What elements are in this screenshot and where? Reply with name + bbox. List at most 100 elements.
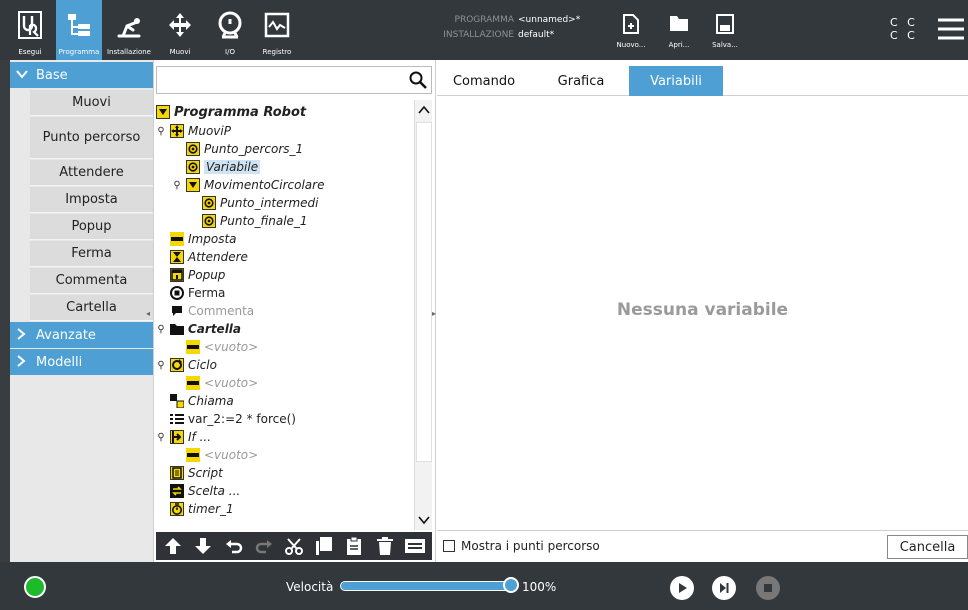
nav-installation-button[interactable]: Installazione <box>104 0 154 60</box>
stop-icon <box>170 286 184 300</box>
tree-node[interactable]: timer_1 <box>170 500 234 518</box>
stop-button[interactable] <box>756 576 780 600</box>
copy-icon[interactable] <box>313 535 335 557</box>
tree-node[interactable]: Popup <box>170 266 225 284</box>
empty-icon <box>186 448 200 462</box>
speed-slider[interactable] <box>340 581 510 591</box>
chevron-down-icon[interactable] <box>418 514 430 529</box>
tree-node[interactable]: Imposta <box>170 230 237 248</box>
nav-run-button[interactable]: Esegui <box>8 0 52 60</box>
sidebar-item-comment[interactable]: Commenta <box>30 268 153 294</box>
section-base-header[interactable]: Base <box>10 62 153 88</box>
tree-node[interactable]: Commenta <box>170 302 254 320</box>
program-key: PROGRAMMA <box>454 15 514 25</box>
tree-node-empty[interactable]: <vuoto> <box>186 446 258 464</box>
open-program-button[interactable]: Apri... <box>654 0 704 60</box>
waypoint-icon <box>202 214 216 228</box>
sidebar-item-folder[interactable]: Cartella <box>30 295 153 321</box>
delete-icon[interactable] <box>374 535 396 557</box>
sidebar-item-popup[interactable]: Popup <box>30 214 153 240</box>
search-icon[interactable] <box>409 71 427 93</box>
sidebar-collapse-handle[interactable]: ◂ <box>144 306 152 320</box>
new-program-button[interactable]: Nuovo... <box>606 0 656 60</box>
main-area: Base Muovi Punto percorso Attendere Impo… <box>10 60 968 562</box>
tree-node[interactable]: If ... <box>170 428 211 446</box>
program-nodes-sidebar: Base Muovi Punto percorso Attendere Impo… <box>10 60 153 562</box>
undo-icon[interactable] <box>223 535 245 557</box>
tree-node[interactable]: Punto_intermedi <box>202 194 318 212</box>
power-status-button[interactable] <box>24 576 46 598</box>
nav-program-button[interactable]: Programma <box>56 0 102 60</box>
loop-icon <box>170 358 184 372</box>
top-bar: Esegui Programma Installazione Muovi I/O… <box>0 0 968 60</box>
empty-icon <box>186 376 200 390</box>
move-down-icon[interactable] <box>192 535 214 557</box>
circle-move-icon <box>186 178 200 192</box>
tree-node-selected[interactable]: Variabile <box>186 158 261 176</box>
collapse-triangle-icon <box>156 105 170 119</box>
nav-io-button[interactable]: I/O <box>210 0 250 60</box>
move-icon <box>170 124 184 138</box>
chevron-up-icon[interactable] <box>418 104 430 119</box>
tree-node[interactable]: Script <box>170 464 223 482</box>
installation-name: default* <box>518 30 555 40</box>
step-button[interactable] <box>712 576 736 600</box>
tree-node[interactable]: Punto_percors_1 <box>186 140 303 158</box>
hourglass-icon <box>170 250 184 264</box>
scroll-thumb[interactable] <box>416 122 432 462</box>
new-file-icon <box>623 14 639 36</box>
expand-pin-icon[interactable]: ⚲ <box>156 430 166 444</box>
tree-node[interactable]: Scelta ... <box>170 482 240 500</box>
folder-icon <box>669 14 689 36</box>
tree-node[interactable]: MuoviP <box>170 122 231 140</box>
tree-node[interactable]: Ferma <box>170 284 225 302</box>
move-up-icon[interactable] <box>162 535 184 557</box>
tree-search-input[interactable] <box>156 66 432 94</box>
paste-icon[interactable] <box>343 535 365 557</box>
cancel-button[interactable]: Cancella <box>887 535 968 559</box>
section-templates-header[interactable]: Modelli <box>10 349 153 375</box>
expand-pin-icon[interactable]: ⚲ <box>156 322 166 336</box>
expand-pin-icon[interactable]: ⚲ <box>172 178 182 192</box>
save-program-button[interactable]: Salva... <box>700 0 750 60</box>
tree-node[interactable]: Attendere <box>170 248 248 266</box>
tree-node[interactable]: var_2:=2 * force() <box>170 410 296 428</box>
sidebar-item-waypoint[interactable]: Punto percorso <box>30 117 153 159</box>
redo-icon[interactable] <box>253 535 275 557</box>
tree-node[interactable]: Ciclo <box>170 356 217 374</box>
empty-variables-message: Nessuna variabile <box>616 300 789 320</box>
nav-log-button[interactable]: Registro <box>256 0 298 60</box>
tree-root[interactable]: Programma Robot <box>156 103 306 121</box>
menu-hamburger-icon[interactable] <box>936 14 966 44</box>
sidebar-item-set[interactable]: Imposta <box>30 187 153 213</box>
comment-icon <box>170 304 184 318</box>
timer-icon <box>170 502 184 516</box>
expand-pin-icon[interactable]: ⚲ <box>156 124 166 138</box>
nav-move-button[interactable]: Muovi <box>160 0 200 60</box>
expand-pin-icon[interactable]: ⚲ <box>156 358 166 372</box>
tree-node[interactable]: MovimentoCircolare <box>186 176 324 194</box>
tree-node[interactable]: Punto_finale_1 <box>202 212 308 230</box>
log-chart-icon <box>260 8 294 42</box>
empty-icon <box>186 340 200 354</box>
io-icon <box>213 8 247 42</box>
tree-node-empty[interactable]: <vuoto> <box>186 338 258 356</box>
sidebar-item-wait[interactable]: Attendere <box>30 160 153 186</box>
tab-graphics[interactable]: Grafica <box>533 66 629 96</box>
chevron-right-icon <box>16 327 30 343</box>
program-tree-panel: Programma Robot ⚲ MuoviP Punto_percors_1… <box>153 60 436 562</box>
show-waypoints-checkbox[interactable] <box>443 540 455 552</box>
cut-icon[interactable] <box>283 535 305 557</box>
speed-slider-handle[interactable] <box>503 577 519 593</box>
tree-node-empty[interactable]: <vuoto> <box>186 374 258 392</box>
tree-node[interactable]: Chiama <box>170 392 234 410</box>
tab-command[interactable]: Comando <box>437 66 531 96</box>
tab-variables[interactable]: Variabili <box>629 66 723 96</box>
footer-bar: Velocità 100% <box>0 562 968 610</box>
section-advanced-header[interactable]: Avanzate <box>10 322 153 348</box>
sidebar-item-halt[interactable]: Ferma <box>30 241 153 267</box>
sidebar-item-move[interactable]: Muovi <box>30 90 153 116</box>
suppress-icon[interactable] <box>404 535 426 557</box>
play-button[interactable] <box>670 576 694 600</box>
tree-node[interactable]: Cartella <box>170 320 241 338</box>
